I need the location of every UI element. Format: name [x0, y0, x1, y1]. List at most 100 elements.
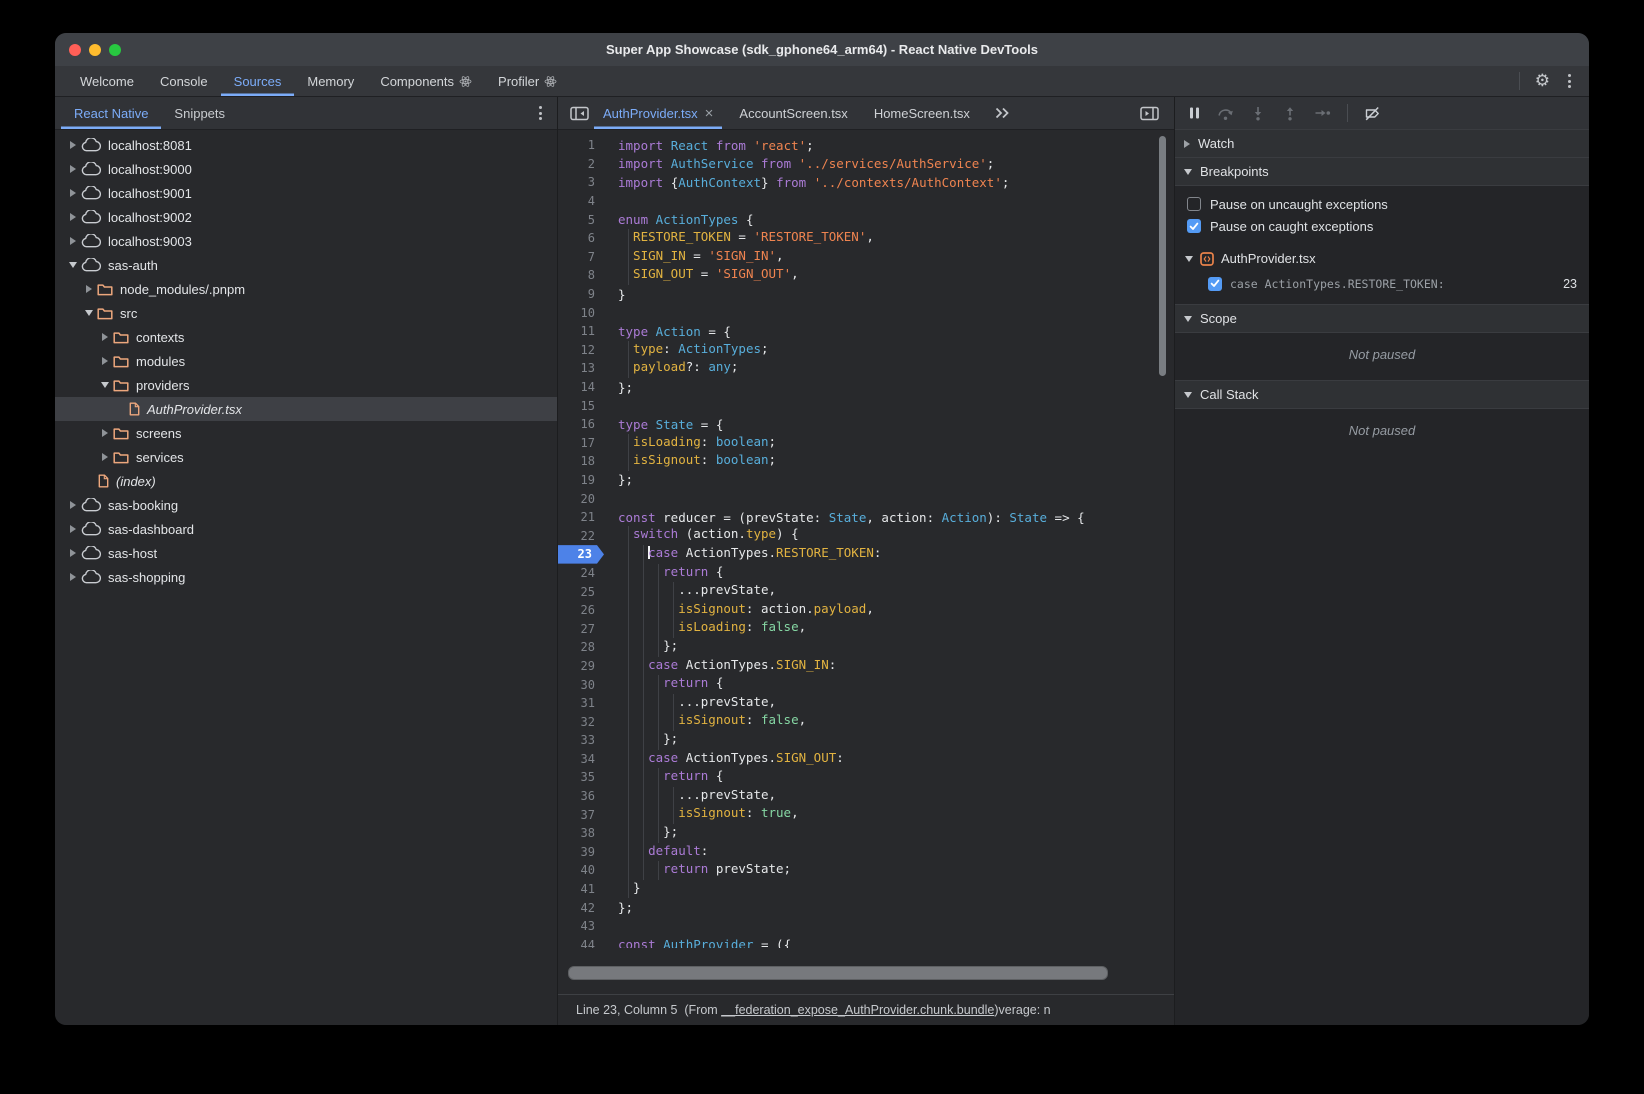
step-into-icon[interactable]	[1250, 106, 1266, 121]
code-line-7[interactable]: 7SIGN_IN = 'SIGN_IN',	[558, 248, 1174, 267]
call-stack-section-header[interactable]: Call Stack	[1175, 380, 1589, 409]
code-line-28[interactable]: 28};	[558, 638, 1174, 657]
line-number[interactable]: 4	[558, 192, 604, 211]
code-line-31[interactable]: 31...prevState,	[558, 694, 1174, 713]
navigator-more-menu-icon[interactable]	[536, 103, 545, 123]
titlebar[interactable]: Super App Showcase (sdk_gphone64_arm64) …	[55, 33, 1589, 66]
code-line-40[interactable]: 40return prevState;	[558, 861, 1174, 880]
code-line-15[interactable]: 15	[558, 396, 1174, 415]
line-number[interactable]: 17	[558, 434, 604, 453]
line-number[interactable]: 14	[558, 378, 604, 397]
tab-welcome[interactable]: Welcome	[67, 66, 147, 96]
line-number[interactable]: 25	[558, 582, 604, 601]
code-line-18[interactable]: 18isSignout: boolean;	[558, 452, 1174, 471]
line-number[interactable]: 3	[558, 173, 604, 192]
line-number[interactable]: 31	[558, 694, 604, 713]
step-out-icon[interactable]	[1282, 106, 1298, 121]
line-number[interactable]: 22	[558, 526, 604, 545]
tree-item-services[interactable]: services	[55, 445, 557, 469]
line-number[interactable]: 28	[558, 638, 604, 657]
expand-arrow-icon[interactable]	[65, 165, 80, 173]
line-number[interactable]: 21	[558, 508, 604, 527]
expand-arrow-icon[interactable]	[65, 213, 80, 221]
pause-on-caught-exceptions-checkbox[interactable]	[1187, 219, 1201, 233]
expand-arrow-icon[interactable]	[65, 573, 80, 581]
tree-item-index[interactable]: (index)	[55, 469, 557, 493]
code-line-16[interactable]: 16type State = {	[558, 415, 1174, 434]
line-number[interactable]: 8	[558, 266, 604, 285]
code-line-1[interactable]: 1import React from 'react';	[558, 136, 1174, 155]
line-number[interactable]: 36	[558, 787, 604, 806]
expand-arrow-icon[interactable]	[97, 333, 112, 341]
more-tabs-icon[interactable]	[987, 97, 1017, 129]
line-number[interactable]: 12	[558, 341, 604, 360]
tree-item-localhost-9003[interactable]: localhost:9003	[55, 229, 557, 253]
line-number[interactable]: 41	[558, 880, 604, 899]
minimize-window-button[interactable]	[89, 44, 101, 56]
breakpoint-file-row[interactable]: AuthProvider.tsx	[1175, 246, 1589, 271]
code-editor[interactable]: 1import React from 'react';2import AuthS…	[558, 130, 1174, 994]
line-number[interactable]: 29	[558, 657, 604, 676]
tab-sources[interactable]: Sources	[221, 66, 295, 96]
code-line-29[interactable]: 29case ActionTypes.SIGN_IN:	[558, 657, 1174, 676]
line-number[interactable]: 35	[558, 768, 604, 787]
line-number[interactable]: 9	[558, 285, 604, 304]
code-line-35[interactable]: 35return {	[558, 768, 1174, 787]
tab-profiler[interactable]: Profiler	[485, 66, 570, 96]
line-number[interactable]: 2	[558, 155, 604, 174]
code-line-2[interactable]: 2import AuthService from '../services/Au…	[558, 155, 1174, 174]
code-line-33[interactable]: 33};	[558, 731, 1174, 750]
code-line-11[interactable]: 11type Action = {	[558, 322, 1174, 341]
code-line-37[interactable]: 37isSignout: true,	[558, 805, 1174, 824]
expand-arrow-icon[interactable]	[97, 429, 112, 437]
expand-arrow-icon[interactable]	[65, 189, 80, 197]
pause-on-uncaught-exceptions-row[interactable]: Pause on uncaught exceptions	[1175, 193, 1589, 215]
close-tab-icon[interactable]: ×	[705, 106, 714, 121]
source-bundle-link[interactable]: __federation_expose_AuthProvider.chunk.b…	[721, 1003, 994, 1017]
tree-item-localhost-9002[interactable]: localhost:9002	[55, 205, 557, 229]
line-number[interactable]: 37	[558, 805, 604, 824]
line-number[interactable]: 43	[558, 917, 604, 936]
code-line-43[interactable]: 43	[558, 917, 1174, 936]
navigator-tab-snippets[interactable]: Snippets	[161, 97, 238, 129]
editor-tab-homescreen-tsx[interactable]: HomeScreen.tsx	[865, 97, 979, 129]
code-line-30[interactable]: 30return {	[558, 675, 1174, 694]
code-line-24[interactable]: 24return {	[558, 564, 1174, 583]
line-number[interactable]: 24	[558, 564, 604, 583]
breakpoints-section-header[interactable]: Breakpoints	[1175, 157, 1589, 186]
tab-console[interactable]: Console	[147, 66, 221, 96]
pause-icon[interactable]	[1188, 106, 1201, 120]
code-line-5[interactable]: 5enum ActionTypes {	[558, 210, 1174, 229]
editor-tab-authprovider-tsx[interactable]: AuthProvider.tsx×	[594, 97, 722, 129]
tree-item-node-modules-pnpm[interactable]: node_modules/.pnpm	[55, 277, 557, 301]
line-number[interactable]: 39	[558, 843, 604, 862]
code-line-13[interactable]: 13payload?: any;	[558, 359, 1174, 378]
pause-on-uncaught-exceptions-checkbox[interactable]	[1187, 197, 1201, 211]
code-line-21[interactable]: 21const reducer = (prevState: State, act…	[558, 508, 1174, 527]
line-number[interactable]: 18	[558, 452, 604, 471]
expand-arrow-icon[interactable]	[97, 357, 112, 365]
editor-vertical-scrollbar[interactable]	[1159, 136, 1166, 376]
expand-arrow-icon[interactable]	[65, 549, 80, 557]
code-line-38[interactable]: 38};	[558, 824, 1174, 843]
step-over-icon[interactable]	[1217, 106, 1234, 121]
close-window-button[interactable]	[69, 44, 81, 56]
expand-arrow-icon[interactable]	[97, 453, 112, 461]
tree-item-sas-booking[interactable]: sas-booking	[55, 493, 557, 517]
tree-item-providers[interactable]: providers	[55, 373, 557, 397]
line-number[interactable]: 40	[558, 861, 604, 880]
code-line-27[interactable]: 27isLoading: false,	[558, 619, 1174, 638]
tree-item-contexts[interactable]: contexts	[55, 325, 557, 349]
tree-item-sas-shopping[interactable]: sas-shopping	[55, 565, 557, 589]
code-line-9[interactable]: 9}	[558, 285, 1174, 304]
toggle-debugger-panel-icon[interactable]	[1134, 97, 1164, 129]
line-number[interactable]: 44	[558, 936, 604, 948]
code-line-4[interactable]: 4	[558, 192, 1174, 211]
collapse-arrow-icon[interactable]	[81, 310, 96, 316]
tree-item-sas-host[interactable]: sas-host	[55, 541, 557, 565]
expand-arrow-icon[interactable]	[65, 237, 80, 245]
zoom-window-button[interactable]	[109, 44, 121, 56]
code-line-34[interactable]: 34case ActionTypes.SIGN_OUT:	[558, 750, 1174, 769]
code-line-6[interactable]: 6RESTORE_TOKEN = 'RESTORE_TOKEN',	[558, 229, 1174, 248]
deactivate-breakpoints-icon[interactable]	[1364, 106, 1381, 121]
